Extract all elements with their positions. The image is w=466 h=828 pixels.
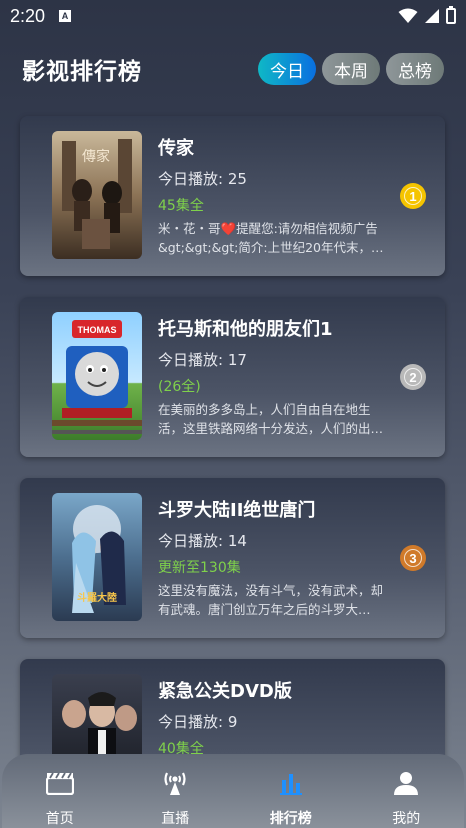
poster-image: 斗羅大陸 [52,493,142,621]
rank-number: 2 [404,368,422,386]
item-plays: 今日播放: 17 [158,351,247,369]
live-antenna-icon [160,768,190,798]
nav-label: 我的 [392,811,421,827]
ranking-card-2[interactable]: THOMAS 托马斯和他的朋友们1 今日播放: 17 (26全) 在美丽的多多岛… [20,297,445,457]
tab-week[interactable]: 本周 [322,53,380,85]
battery-icon [446,6,456,24]
poster-image: 傳家 [52,131,142,259]
signal-icon [425,9,439,23]
nav-label: 首页 [45,811,74,827]
notification-icon: A [59,10,72,22]
card-info: 斗罗大陆II绝世唐门 今日播放: 14 更新至130集 这里没有魔法，没有斗气，… [158,496,390,619]
item-plays: 今日播放: 25 [158,170,247,188]
item-description: 米・花・哥❤️提醒您:请勿相信视频广告&gt;&gt;&gt;简介:上世纪20年… [158,221,378,255]
item-plays: 今日播放: 14 [158,532,247,550]
item-description: 在美丽的多多岛上，人们自由自在地生活，这里铁路网络十分发达，人们的出… [158,402,384,436]
tab-total[interactable]: 总榜 [386,53,444,85]
item-description: 这里没有魔法，没有斗气，没有武术，却有武魂。唐门创立万年之后的斗罗大… [158,583,384,617]
poster-title-art: 斗羅大陸 [77,591,117,604]
person-icon [391,768,421,798]
rank-badge: 2 [400,364,426,390]
item-title: 传家 [158,138,194,159]
poster-image: THOMAS [52,312,142,440]
clapperboard-icon [45,768,75,798]
status-bar: 2:20 A [0,0,466,32]
range-tabs: 今日 本周 总榜 [258,53,444,85]
status-icons [398,6,456,24]
rank-badge: 3 [400,545,426,571]
card-info: 紧急公关DVD版 今日播放: 9 40集全 [158,677,390,758]
item-title: 斗罗大陆II绝世唐门 [158,500,316,521]
bottom-nav: 首页 直播 排行榜 我的 [2,754,464,828]
tab-today[interactable]: 今日 [258,53,316,85]
card-info: 托马斯和他的朋友们1 今日播放: 17 (26全) 在美丽的多多岛上，人们自由自… [158,315,390,438]
rank-number: 3 [404,549,422,567]
item-plays: 今日播放: 9 [158,713,238,731]
item-title: 托马斯和他的朋友们1 [158,319,333,340]
wifi-icon [398,8,418,23]
ranking-card-1[interactable]: 傳家 传家 今日播放: 25 45集全 米・花・哥❤️提醒您:请勿相信视频广告&… [20,116,445,276]
card-info: 传家 今日播放: 25 45集全 米・花・哥❤️提醒您:请勿相信视频广告&gt;… [158,134,390,257]
ranking-card-3[interactable]: 斗羅大陸 斗罗大陆II绝世唐门 今日播放: 14 更新至130集 这里没有魔法，… [20,478,445,638]
poster-title-art: THOMAS [78,325,117,335]
item-episodes: (26全) [158,379,201,395]
poster-title-art: 傳家 [82,148,110,165]
bar-chart-icon [276,768,306,798]
nav-label: 排行榜 [269,811,312,827]
rank-number: 1 [404,187,422,205]
page-title: 影视排行榜 [22,59,142,85]
nav-live[interactable]: 直播 [118,754,234,828]
rank-badge: 1 [400,183,426,209]
nav-label: 直播 [161,811,190,827]
status-time: 2:20 [10,5,46,26]
header: 影视排行榜 今日 本周 总榜 [0,50,466,88]
nav-home[interactable]: 首页 [2,754,118,828]
nav-ranking[interactable]: 排行榜 [233,754,349,828]
item-episodes: 更新至130集 [158,560,241,576]
nav-profile[interactable]: 我的 [349,754,465,828]
item-episodes: 45集全 [158,198,204,214]
item-title: 紧急公关DVD版 [158,681,292,702]
